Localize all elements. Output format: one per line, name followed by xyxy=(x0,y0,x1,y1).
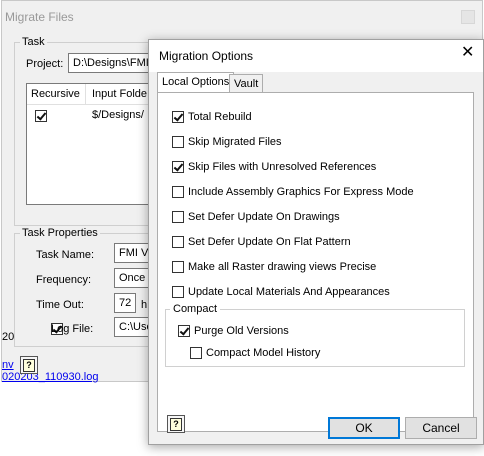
option-label: Set Defer Update On Drawings xyxy=(188,211,340,223)
task-group-label: Task xyxy=(20,36,47,48)
timeout-field[interactable]: 72 xyxy=(114,293,136,313)
left-text-fragment: 20 xyxy=(2,331,15,343)
option-update-materials[interactable]: Update Local Materials And Appearances xyxy=(172,286,390,298)
skip-migrated-checkbox[interactable] xyxy=(172,136,184,148)
timeout-unit: h xyxy=(141,299,148,311)
option-label: Purge Old Versions xyxy=(194,325,289,337)
option-label: Make all Raster drawing views Precise xyxy=(188,261,377,273)
update-materials-checkbox[interactable] xyxy=(172,286,184,298)
compact-model-history-checkbox[interactable] xyxy=(190,347,202,359)
table-cell-input-folder[interactable]: $/Designs/ xyxy=(92,109,144,121)
project-label: Project: xyxy=(26,58,64,70)
cancel-button[interactable]: Cancel xyxy=(405,417,477,439)
option-total-rebuild[interactable]: Total Rebuild xyxy=(172,111,252,123)
local-options-panel: Total Rebuild Skip Migrated Files Skip F… xyxy=(157,92,474,432)
close-icon[interactable]: ✕ xyxy=(461,45,474,61)
option-purge-old-versions[interactable]: Purge Old Versions xyxy=(178,325,289,337)
timeout-label: Time Out: xyxy=(36,299,84,311)
migration-options-title: Migration Options xyxy=(159,49,254,63)
recursive-checkbox[interactable] xyxy=(35,110,47,122)
option-include-assembly-graphics[interactable]: Include Assembly Graphics For Express Mo… xyxy=(172,186,414,198)
log-link-part2[interactable]: 020203_110930.log xyxy=(2,371,98,383)
option-skip-unresolved[interactable]: Skip Files with Unresolved References xyxy=(172,161,376,173)
option-label: Include Assembly Graphics For Express Mo… xyxy=(188,186,414,198)
option-defer-drawings[interactable]: Set Defer Update On Drawings xyxy=(172,211,340,223)
option-compact-model-history[interactable]: Compact Model History xyxy=(190,347,320,359)
option-label: Set Defer Update On Flat Pattern xyxy=(188,236,351,248)
compact-group-label: Compact xyxy=(170,303,221,315)
option-skip-migrated[interactable]: Skip Migrated Files xyxy=(172,136,282,148)
option-label: Update Local Materials And Appearances xyxy=(188,286,390,298)
option-label: Compact Model History xyxy=(206,347,321,359)
task-name-label: Task Name: xyxy=(36,249,95,261)
raster-precise-checkbox[interactable] xyxy=(172,261,184,273)
task-properties-label: Task Properties xyxy=(20,227,100,239)
migrate-files-close-button[interactable] xyxy=(461,10,475,24)
defer-flat-pattern-checkbox[interactable] xyxy=(172,236,184,248)
table-header-input-folder: Input Folde xyxy=(92,88,148,100)
tab-local-options[interactable]: Local Options xyxy=(157,72,235,94)
help-button[interactable]: ? xyxy=(167,415,185,433)
total-rebuild-checkbox[interactable] xyxy=(172,111,184,123)
option-label: Skip Migrated Files xyxy=(188,136,282,148)
option-label: Total Rebuild xyxy=(188,111,252,123)
bg-help-button[interactable]: ? xyxy=(20,356,38,374)
ok-button[interactable]: OK xyxy=(328,417,400,439)
table-header-recursive: Recursive xyxy=(31,88,80,100)
purge-old-versions-checkbox[interactable] xyxy=(178,325,190,337)
defer-drawings-checkbox[interactable] xyxy=(172,211,184,223)
skip-unresolved-checkbox[interactable] xyxy=(172,161,184,173)
tab-vault[interactable]: Vault xyxy=(229,74,264,94)
migrate-files-title: Migrate Files xyxy=(5,10,74,24)
help-icon: ? xyxy=(23,359,35,372)
project-field[interactable]: D:\Designs\FMI V xyxy=(68,53,158,73)
option-defer-flat-pattern[interactable]: Set Defer Update On Flat Pattern xyxy=(172,236,351,248)
table-header-divider xyxy=(85,84,86,104)
option-label: Skip Files with Unresolved References xyxy=(188,161,377,173)
migration-options-dialog: Migration Options ✕ Local Options Vault … xyxy=(148,39,484,445)
log-link-part1[interactable]: nv xyxy=(2,359,14,371)
help-icon: ? xyxy=(170,418,182,431)
logfile-label: Log File: xyxy=(51,323,94,335)
option-raster-precise[interactable]: Make all Raster drawing views Precise xyxy=(172,261,376,273)
include-assembly-graphics-checkbox[interactable] xyxy=(172,186,184,198)
frequency-label: Frequency: xyxy=(36,274,92,286)
